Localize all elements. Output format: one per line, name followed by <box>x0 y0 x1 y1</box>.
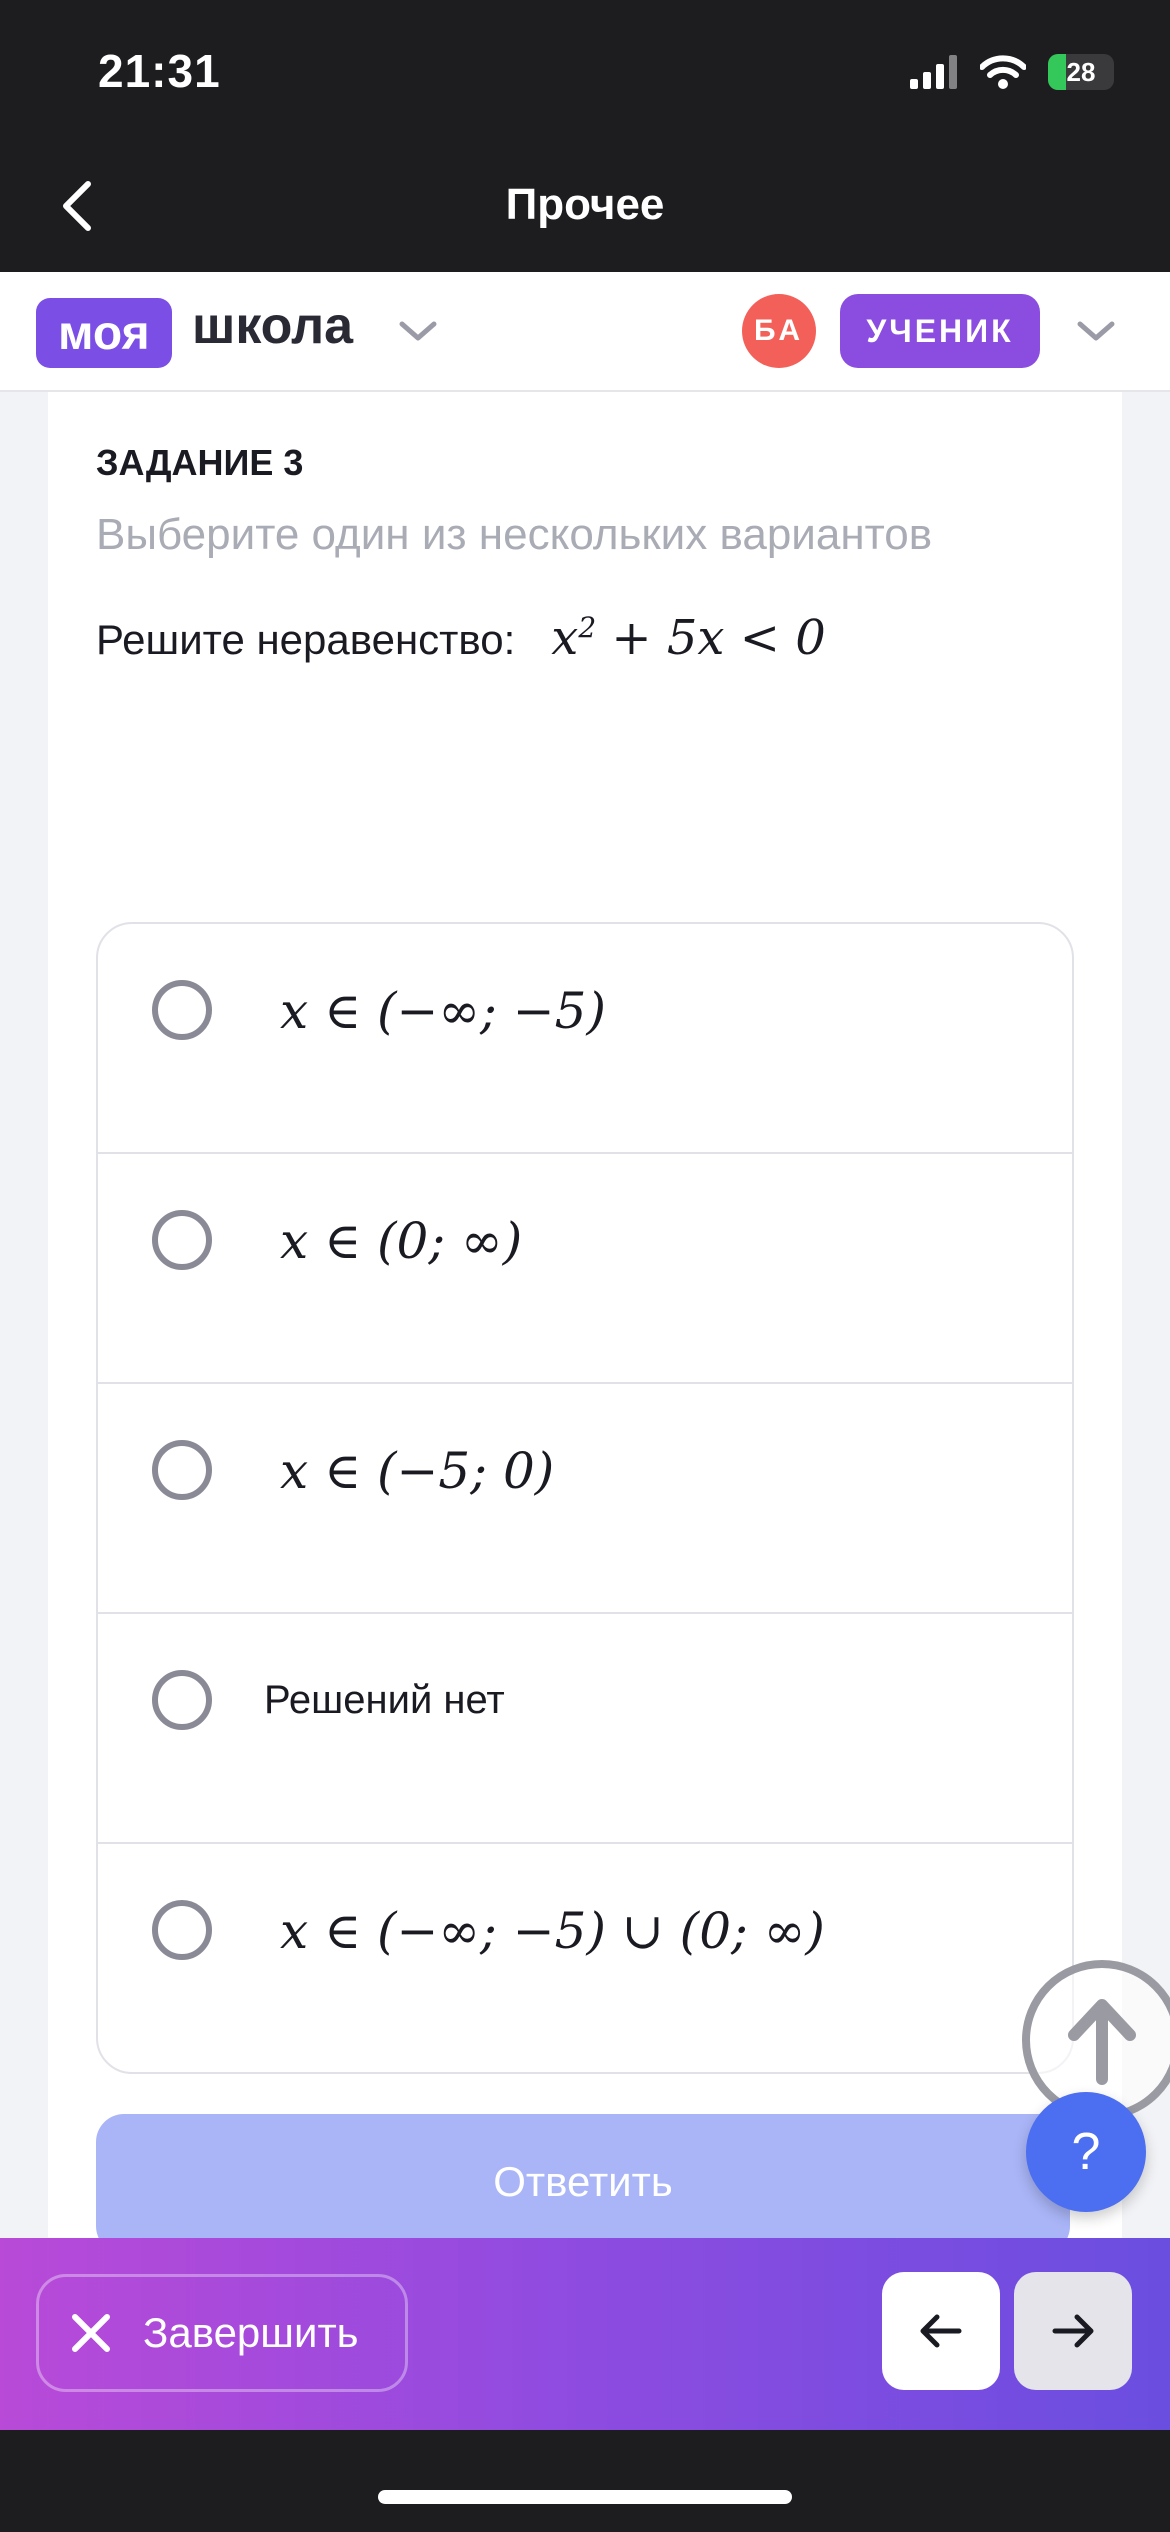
role-badge[interactable]: УЧЕНИК <box>840 294 1040 368</box>
arrow-up-icon <box>1068 1999 1136 2085</box>
radio-button[interactable] <box>152 1900 212 1960</box>
option-text: x ∈ (−5; 0) <box>280 1442 555 1500</box>
status-time: 21:31 <box>98 45 221 97</box>
finish-label: Завершить <box>143 2309 359 2356</box>
help-button[interactable]: ? <box>1026 2092 1146 2212</box>
finish-button[interactable]: Завершить <box>36 2274 408 2392</box>
bottom-action-bar: Завершить <box>0 2238 1170 2430</box>
task-card: ЗАДАНИЕ 3 Выберите один из нескольких ва… <box>48 392 1122 2240</box>
inequality-base: x <box>551 610 579 666</box>
answer-option[interactable]: x ∈ (0; ∞) <box>98 1154 1072 1384</box>
cellular-signal-icon <box>910 55 957 89</box>
option-text: x ∈ (−∞; −5) ∪ (0; ∞) <box>280 1902 825 1960</box>
logo-moya: моя <box>36 298 172 368</box>
previous-task-button[interactable] <box>882 2272 1000 2390</box>
next-task-button[interactable] <box>1014 2272 1132 2390</box>
arrow-left-icon <box>920 2314 962 2348</box>
radio-button[interactable] <box>152 1210 212 1270</box>
option-text: x ∈ (−∞; −5) <box>280 982 607 1040</box>
answer-option[interactable]: Решений нет <box>98 1614 1072 1844</box>
page-title: Прочее <box>505 180 665 229</box>
school-dropdown-chevron-icon[interactable] <box>398 318 438 344</box>
task-number: ЗАДАНИЕ 3 <box>96 442 304 483</box>
battery-icon: 28 <box>1048 54 1114 90</box>
battery-percent: 28 <box>1066 56 1096 87</box>
answer-option[interactable]: x ∈ (−∞; −5) <box>98 924 1072 1154</box>
home-indicator-area <box>0 2430 1170 2532</box>
radio-button[interactable] <box>152 1670 212 1730</box>
inequality-exponent: 2 <box>578 611 597 644</box>
submit-answer-button[interactable]: Ответить <box>96 2114 1070 2240</box>
avatar[interactable]: БА <box>742 294 816 368</box>
home-indicator[interactable] <box>378 2490 792 2504</box>
user-dropdown-chevron-icon[interactable] <box>1076 318 1116 344</box>
battery-fill <box>1048 54 1067 90</box>
inequality-rest: + 5x < 0 <box>596 610 826 666</box>
arrow-right-icon <box>1052 2314 1094 2348</box>
option-text: Решений нет <box>264 1678 505 1722</box>
close-icon <box>72 2314 110 2352</box>
question-inequality: x2 + 5x < 0 <box>551 610 826 666</box>
wifi-icon <box>980 55 1026 89</box>
status-bar: 21:31 28 <box>0 0 1170 140</box>
logo-school: школа <box>192 297 354 355</box>
answer-options: x ∈ (−∞; −5) x ∈ (0; ∞) x ∈ (−5; 0) Реше… <box>96 922 1074 2074</box>
navigation-bar: Прочее <box>0 140 1170 272</box>
question-text: Решите неравенство: <box>96 616 516 663</box>
main-content: ЗАДАНИЕ 3 Выберите один из нескольких ва… <box>0 392 1170 2240</box>
option-text: x ∈ (0; ∞) <box>280 1212 523 1270</box>
question: Решите неравенство: x2 + 5x < 0 <box>96 610 826 666</box>
app-header: моя школа БА УЧЕНИК <box>0 272 1170 392</box>
answer-option[interactable]: x ∈ (−∞; −5) ∪ (0; ∞) <box>98 1844 1072 2072</box>
status-icons: 28 <box>910 52 1114 92</box>
task-instruction: Выберите один из нескольких вариантов <box>96 510 933 559</box>
answer-option[interactable]: x ∈ (−5; 0) <box>98 1384 1072 1614</box>
radio-button[interactable] <box>152 1440 212 1500</box>
radio-button[interactable] <box>152 980 212 1040</box>
